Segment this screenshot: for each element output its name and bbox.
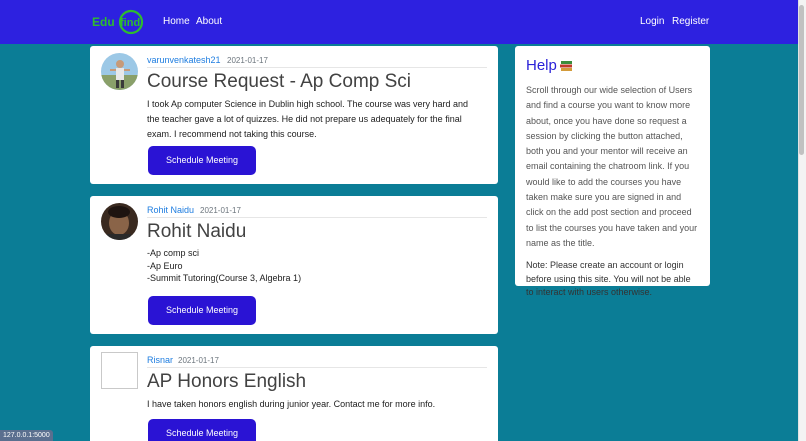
help-instructions: Scroll through our wide selection of Use… xyxy=(526,85,698,248)
post-body-line: -Summit Tutoring(Course 3, Algebra 1) xyxy=(147,273,302,283)
post-title: Course Request - Ap Comp Sci xyxy=(147,71,412,92)
svg-text:Edu: Edu xyxy=(92,15,115,29)
divider xyxy=(147,217,487,218)
help-heading: Help xyxy=(526,56,699,75)
navbar: Edu find Home About Login Register xyxy=(0,0,806,44)
post-body-line: I took Ap computer Science in Dublin hig… xyxy=(147,99,469,139)
help-title: Help xyxy=(526,57,557,74)
schedule-meeting-button[interactable]: Schedule Meeting xyxy=(148,419,256,441)
post-author-link[interactable]: varunvenkatesh21 xyxy=(147,55,221,66)
schedule-meeting-button[interactable]: Schedule Meeting xyxy=(148,146,256,175)
nav-about-link[interactable]: About xyxy=(196,16,222,28)
nav-login-link[interactable]: Login xyxy=(640,16,664,28)
post-card: Rohit Naidu 2021-01-17 Rohit Naidu -Ap c… xyxy=(90,196,498,334)
post-body-line: I have taken honors english during junio… xyxy=(147,399,436,409)
svg-text:find: find xyxy=(120,17,140,29)
schedule-meeting-button[interactable]: Schedule Meeting xyxy=(148,296,256,325)
nav-home-link[interactable]: Home xyxy=(163,16,190,28)
post-date: 2021-01-17 xyxy=(178,356,219,365)
brand-logo[interactable]: Edu find xyxy=(92,9,146,35)
help-card: Help Scroll through our wide selection o… xyxy=(515,46,710,297)
post-date: 2021-01-17 xyxy=(200,206,241,215)
help-note: Note: Please create an account or login … xyxy=(526,260,691,298)
browser-status-url: 127.0.0.1:5000 xyxy=(0,430,53,441)
post-author-link[interactable]: Risnar xyxy=(147,355,173,366)
nav-register-link[interactable]: Register xyxy=(672,16,709,28)
post-title: AP Honors English xyxy=(147,371,307,392)
books-icon xyxy=(559,60,572,71)
post-body: I have taken honors english during junio… xyxy=(147,397,483,412)
page-scrollbar-thumb[interactable] xyxy=(799,5,804,155)
post-date: 2021-01-17 xyxy=(227,56,268,65)
post-body-line: -Ap Euro xyxy=(147,260,183,271)
author-avatar[interactable] xyxy=(101,53,138,90)
post-card: varunvenkatesh21 2021-01-17 Course Reque… xyxy=(90,46,498,184)
post-card: Risnar 2021-01-17 AP Honors English I ha… xyxy=(90,346,498,441)
post-body-line: -Ap comp sci xyxy=(147,248,200,258)
post-body: -Ap comp sci -Ap Euro -Summit Tutoring(C… xyxy=(147,247,483,285)
author-avatar[interactable] xyxy=(101,203,138,240)
post-body: I took Ap computer Science in Dublin hig… xyxy=(147,97,483,142)
avatar-photo-icon xyxy=(101,203,138,240)
broken-image-icon[interactable] xyxy=(101,352,138,389)
avatar-photo-icon xyxy=(101,53,138,90)
divider xyxy=(147,367,487,368)
post-author-link[interactable]: Rohit Naidu xyxy=(147,205,194,216)
divider xyxy=(147,67,487,68)
post-title: Rohit Naidu xyxy=(147,221,247,242)
